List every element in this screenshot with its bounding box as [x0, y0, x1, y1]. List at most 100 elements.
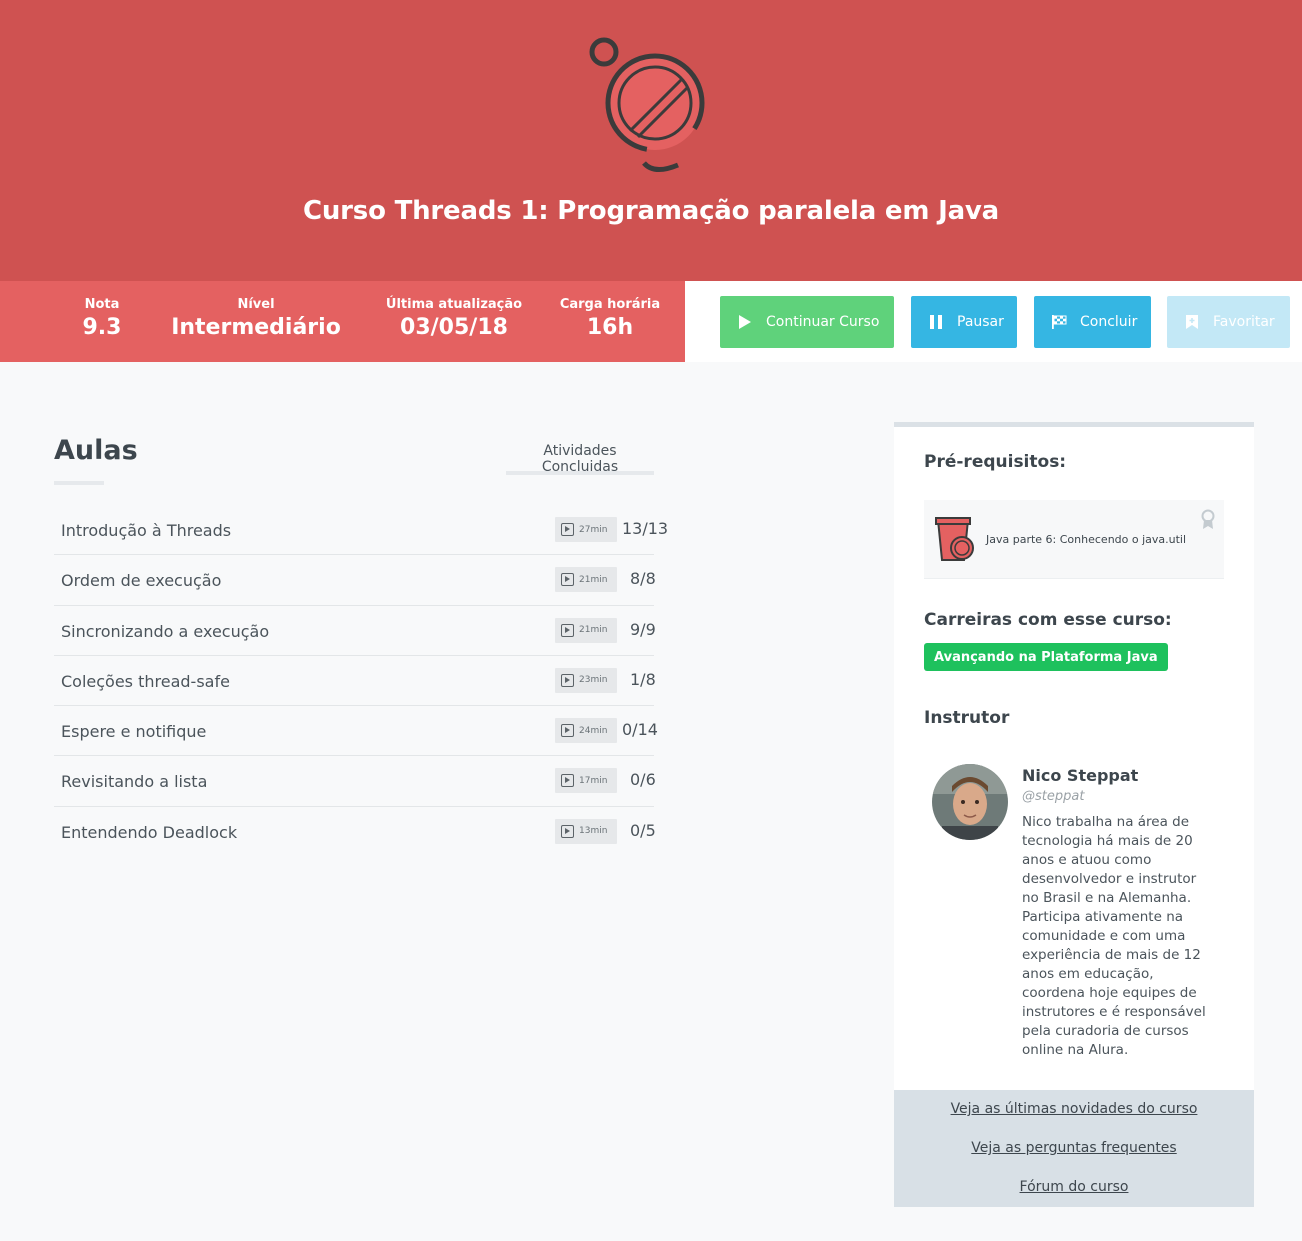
video-icon [561, 724, 574, 738]
pause-button[interactable]: Pausar [911, 296, 1017, 348]
lesson-row[interactable]: Revisitando a lista 17min 0/6 [54, 756, 656, 807]
lesson-name[interactable]: Introdução à Threads [61, 521, 231, 540]
stat-nota: Nota 9.3 [62, 297, 142, 343]
instructor-name: Nico Steppat [1022, 766, 1139, 785]
careers-title: Carreiras com esse curso: [924, 610, 1172, 630]
course-threads-icon [589, 37, 705, 172]
lesson-duration: 21min [555, 617, 617, 643]
latest-news-link[interactable]: Veja as últimas novidades do curso [894, 1101, 1254, 1117]
stat-nivel: Nível Intermediário [160, 297, 352, 343]
lesson-duration: 13min [555, 818, 617, 844]
lesson-name[interactable]: Ordem de execução [61, 571, 221, 590]
lesson-duration: 27min [555, 517, 617, 542]
lesson-row[interactable]: Introdução à Threads 27min 13/13 [54, 505, 668, 556]
course-stats: Nota 9.3 Nível Intermediário Última atua… [0, 281, 685, 362]
lesson-progress: 0/5 [630, 820, 656, 840]
faq-link[interactable]: Veja as perguntas frequentes [894, 1140, 1254, 1156]
continue-course-button[interactable]: Continuar Curso [720, 296, 894, 348]
lesson-row[interactable]: Entendendo Deadlock 13min 0/5 [54, 807, 656, 857]
video-icon [561, 824, 574, 838]
career-badge[interactable]: Avançando na Plataforma Java [924, 643, 1168, 671]
duration-text: 27min [579, 524, 608, 535]
course-java-icon [935, 517, 974, 561]
bio-line: tecnologia há mais de 20 [1022, 833, 1193, 849]
stat-value: Intermediário [171, 315, 341, 340]
duration-text: 21min [579, 574, 608, 585]
lesson-row[interactable]: Ordem de execução 21min 8/8 [54, 555, 656, 606]
bio-line: Participa ativamente na [1022, 909, 1184, 925]
lesson-duration: 24min [555, 718, 617, 744]
lesson-row[interactable]: Espere e notifique 24min 0/14 [54, 706, 658, 757]
instructor-handle: @steppat [1022, 789, 1085, 804]
stat-value: 9.3 [82, 315, 122, 340]
lesson-name[interactable]: Coleções thread-safe [61, 672, 230, 691]
button-label: Concluir [1080, 314, 1138, 330]
stat-value: 03/05/18 [400, 315, 508, 340]
prerequisite-card[interactable]: Java parte 6: Conhecendo o java.util [924, 500, 1224, 579]
bio-line: anos e atuou como [1022, 852, 1152, 868]
lesson-name[interactable]: Revisitando a lista [61, 772, 207, 791]
stat-ultima-atualizacao: Última atualização 03/05/18 [380, 297, 528, 343]
sidebar-links: Veja as últimas novidades do curso Veja … [894, 1090, 1254, 1207]
duration-text: 21min [579, 625, 608, 636]
lesson-name[interactable]: Espere e notifique [61, 722, 206, 741]
lesson-progress: 9/9 [630, 619, 656, 639]
lesson-duration: 23min [555, 667, 617, 693]
completed-activities-underline [506, 471, 654, 475]
bio-line: no Brasil e na Alemanha. [1022, 890, 1192, 906]
button-label: Favoritar [1213, 314, 1275, 330]
bio-line: online na Alura. [1022, 1042, 1129, 1058]
duration-text: 17min [579, 775, 608, 786]
stat-carga-horaria: Carga horária 16h [556, 297, 664, 343]
duration-text: 23min [579, 675, 608, 686]
course-header: Curso Threads 1: Programação paralela em… [0, 0, 1302, 281]
instructor-bio: Nico trabalha na área de tecnologia há m… [1022, 813, 1212, 1060]
video-icon [561, 623, 574, 637]
bio-line: anos em educação, [1022, 966, 1154, 982]
lesson-progress: 0/6 [630, 770, 656, 790]
lesson-row[interactable]: Sincronizando a execução 21min 9/9 [54, 606, 656, 656]
video-icon [561, 523, 574, 536]
certificate-medal-icon [1201, 509, 1215, 529]
lesson-duration: 21min [555, 567, 617, 593]
bio-line: experiência de mais de 12 [1022, 947, 1201, 963]
course-sidebar: Pré-requisitos: Java parte 6: Conhecendo… [894, 422, 1254, 1207]
lesson-list: Introdução à Threads 27min 13/13 Ordem d… [54, 505, 668, 857]
duration-text: 13min [579, 826, 608, 837]
bio-line: comunidade e com uma [1022, 928, 1186, 944]
stat-label: Última atualização [385, 297, 523, 312]
lesson-duration: 17min [555, 768, 617, 794]
lesson-name[interactable]: Sincronizando a execução [61, 622, 269, 641]
video-icon [561, 774, 574, 788]
button-label: Continuar Curso [766, 314, 880, 330]
lesson-progress: 13/13 [622, 519, 669, 538]
checkered-flag-icon [1050, 313, 1068, 331]
bio-line: pela curadoria de cursos [1022, 1023, 1189, 1039]
bio-line: instrutores e é responsável [1022, 1004, 1206, 1020]
duration-text: 24min [579, 725, 608, 736]
lessons-title: Aulas [54, 435, 138, 466]
stat-label: Nota [84, 297, 120, 312]
stat-label: Carga horária [559, 297, 661, 312]
lesson-name[interactable]: Entendendo Deadlock [61, 823, 237, 842]
course-title: Curso Threads 1: Programação paralela em… [302, 196, 1000, 226]
prerequisite-course-name[interactable]: Java parte 6: Conhecendo o java.util [986, 533, 1186, 546]
bio-line: desenvolvedor e instrutor [1022, 871, 1197, 887]
lesson-progress: 0/14 [622, 720, 658, 740]
instructor-avatar [932, 764, 1008, 840]
video-icon [561, 573, 574, 587]
course-actions: Continuar Curso Pausar Concluir Favorita… [685, 281, 1302, 362]
bio-line: Nico trabalha na área de [1022, 814, 1190, 830]
stat-label: Nível [237, 297, 275, 312]
stat-value: 16h [586, 315, 634, 340]
bio-line: coordena hoje equipes de [1022, 985, 1197, 1001]
course-forum-link[interactable]: Fórum do curso [894, 1179, 1254, 1195]
video-icon [561, 673, 574, 687]
lesson-row[interactable]: Coleções thread-safe 23min 1/8 [54, 656, 656, 707]
button-label: Pausar [957, 314, 1004, 330]
conclude-button[interactable]: Concluir [1034, 296, 1151, 348]
pause-icon [927, 313, 945, 331]
lesson-progress: 8/8 [630, 569, 656, 589]
favorite-button[interactable]: Favoritar [1167, 296, 1290, 348]
bookmark-plus-icon [1183, 313, 1201, 331]
